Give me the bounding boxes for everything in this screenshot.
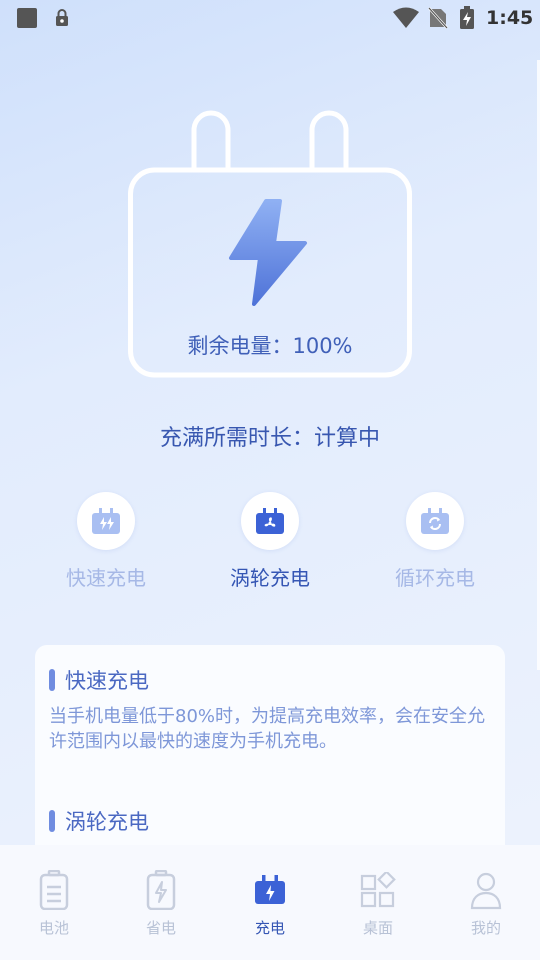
bottom-tab-bar: 电池 省电 充电 桌面 我的: [0, 845, 540, 960]
tab-power-save-label: 省电: [145, 919, 176, 937]
mode-fast-label: 快速充电: [66, 566, 146, 590]
tab-battery-label: 电池: [38, 919, 69, 937]
mode-turbo-circle: [241, 492, 299, 550]
remaining-power-label: 剩余电量：100%: [187, 334, 353, 358]
tab-desktop[interactable]: 桌面: [333, 867, 423, 938]
turbo-charge-section-title: 涡轮充电: [49, 806, 149, 836]
mode-cycle-circle: [406, 492, 464, 550]
turbo-fan-icon: [256, 508, 284, 534]
mode-fast-circle: [77, 492, 135, 550]
mode-fast-charge[interactable]: 快速充电: [41, 492, 171, 591]
notification-icon: [17, 8, 37, 28]
status-bar: 1:45: [0, 0, 540, 36]
battery-icon: [39, 870, 69, 910]
wifi-icon: [393, 7, 419, 28]
clock-time: 1:45: [486, 7, 534, 29]
cycle-charge-icon: [421, 508, 449, 534]
power-save-icon: [146, 870, 176, 910]
turbo-charge-title-text: 涡轮充电: [65, 810, 149, 834]
fast-charge-icon: [92, 508, 120, 534]
fast-charge-title-text: 快速充电: [65, 669, 149, 693]
tab-desktop-label: 桌面: [362, 919, 393, 937]
lightning-bolt-icon: [229, 199, 307, 306]
section-marker: [49, 669, 55, 691]
tab-mine-label: 我的: [470, 919, 501, 937]
section-marker: [49, 810, 55, 832]
mode-turbo-label: 涡轮充电: [230, 566, 310, 590]
lock-icon: [56, 9, 68, 26]
charge-mode-selector: 快速充电 涡轮充电 循环充电: [0, 492, 540, 592]
tab-mine[interactable]: 我的: [441, 867, 531, 938]
no-sim-icon: [428, 7, 448, 29]
user-icon: [470, 872, 502, 910]
tab-battery[interactable]: 电池: [9, 867, 99, 938]
fast-charge-description: 当手机电量低于80%时，为提高充电效率，会在安全允许范围内以最快的速度为手机充电…: [49, 706, 486, 752]
tab-charge[interactable]: 充电: [225, 867, 315, 938]
mode-turbo-charge[interactable]: 涡轮充电: [205, 492, 335, 591]
tab-power-save[interactable]: 省电: [116, 867, 206, 938]
battery-status-icon: [460, 6, 474, 29]
mode-cycle-label: 循环充电: [395, 566, 475, 590]
tab-charge-label: 充电: [254, 919, 285, 937]
fast-charge-section-title: 快速充电: [49, 665, 149, 695]
desktop-grid-icon: [360, 872, 396, 908]
charge-icon: [255, 875, 285, 904]
full-charge-time-label: 充满所需时长：计算中: [159, 426, 380, 451]
mode-cycle-charge[interactable]: 循环充电: [370, 492, 500, 591]
mode-info-card: 快速充电 当手机电量低于80%时，为提高充电效率，会在安全允许范围内以最快的速度…: [35, 645, 505, 875]
